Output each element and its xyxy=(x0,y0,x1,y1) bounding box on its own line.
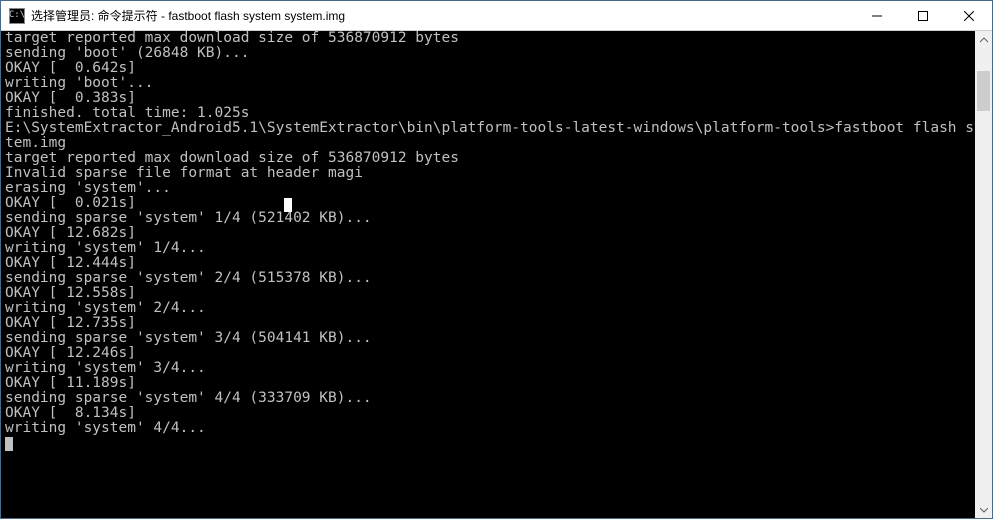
terminal-output[interactable]: target reported max download size of 536… xyxy=(1,31,975,518)
chevron-down-icon xyxy=(980,506,988,514)
output-line: erasing 'system'... xyxy=(5,181,975,196)
output-line: OKAY [ 0.642s] xyxy=(5,61,975,76)
output-line: target reported max download size of 536… xyxy=(5,31,975,46)
output-line: sending sparse 'system' 2/4 (515378 KB).… xyxy=(5,271,975,286)
output-line: sending sparse 'system' 3/4 (504141 KB).… xyxy=(5,331,975,346)
close-icon xyxy=(964,11,974,21)
window-title: 选择管理员: 命令提示符 - fastboot flash system sys… xyxy=(31,7,854,24)
prompt-line xyxy=(5,436,975,451)
chevron-up-icon xyxy=(980,36,988,44)
minimize-icon xyxy=(872,11,882,21)
selection-cursor xyxy=(284,198,292,212)
output-line: writing 'system' 2/4... xyxy=(5,301,975,316)
content-area: target reported max download size of 536… xyxy=(1,31,992,518)
terminal-cursor xyxy=(5,437,13,451)
output-line: OKAY [ 12.682s] xyxy=(5,226,975,241)
output-line: OKAY [ 12.558s] xyxy=(5,286,975,301)
output-line: finished. total time: 1.025s xyxy=(5,106,975,121)
minimize-button[interactable] xyxy=(854,1,900,30)
output-line: writing 'system' 1/4... xyxy=(5,241,975,256)
scrollbar-thumb[interactable] xyxy=(977,71,990,111)
cmd-icon: C:\ xyxy=(9,8,25,24)
output-text xyxy=(136,195,284,211)
scroll-up-button[interactable] xyxy=(975,31,992,48)
titlebar[interactable]: C:\ 选择管理员: 命令提示符 - fastboot flash system… xyxy=(1,1,992,31)
output-line: Invalid sparse file format at header mag… xyxy=(5,166,975,181)
output-line: sending sparse 'system' 1/4 (521402 KB).… xyxy=(5,211,975,226)
cmd-icon-text: C:\ xyxy=(9,11,25,20)
output-line: OKAY [ 8.134s] xyxy=(5,406,975,421)
output-line: OKAY [ 11.189s] xyxy=(5,376,975,391)
output-line: tem.img xyxy=(5,136,975,151)
scroll-down-button[interactable] xyxy=(975,501,992,518)
close-button[interactable] xyxy=(946,1,992,30)
output-line: writing 'system' 4/4... xyxy=(5,421,975,436)
output-line: E:\SystemExtractor_Android5.1\SystemExtr… xyxy=(5,121,975,136)
vertical-scrollbar[interactable] xyxy=(975,31,992,518)
command-prompt-window: C:\ 选择管理员: 命令提示符 - fastboot flash system… xyxy=(0,0,993,519)
output-line: writing 'boot'... xyxy=(5,76,975,91)
output-line: OKAY [ 12.735s] xyxy=(5,316,975,331)
output-line: OKAY [ 12.246s] xyxy=(5,346,975,361)
maximize-button[interactable] xyxy=(900,1,946,30)
window-controls xyxy=(854,1,992,30)
output-line: sending 'boot' (26848 KB)... xyxy=(5,46,975,61)
output-line: sending sparse 'system' 4/4 (333709 KB).… xyxy=(5,391,975,406)
output-line: OKAY [ 12.444s] xyxy=(5,256,975,271)
output-text: OKAY [ 0.021s] xyxy=(5,195,136,211)
output-line: OKAY [ 0.383s] xyxy=(5,91,975,106)
output-line: OKAY [ 0.021s] xyxy=(5,196,975,211)
maximize-icon xyxy=(918,11,928,21)
output-line: writing 'system' 3/4... xyxy=(5,361,975,376)
output-line: target reported max download size of 536… xyxy=(5,151,975,166)
